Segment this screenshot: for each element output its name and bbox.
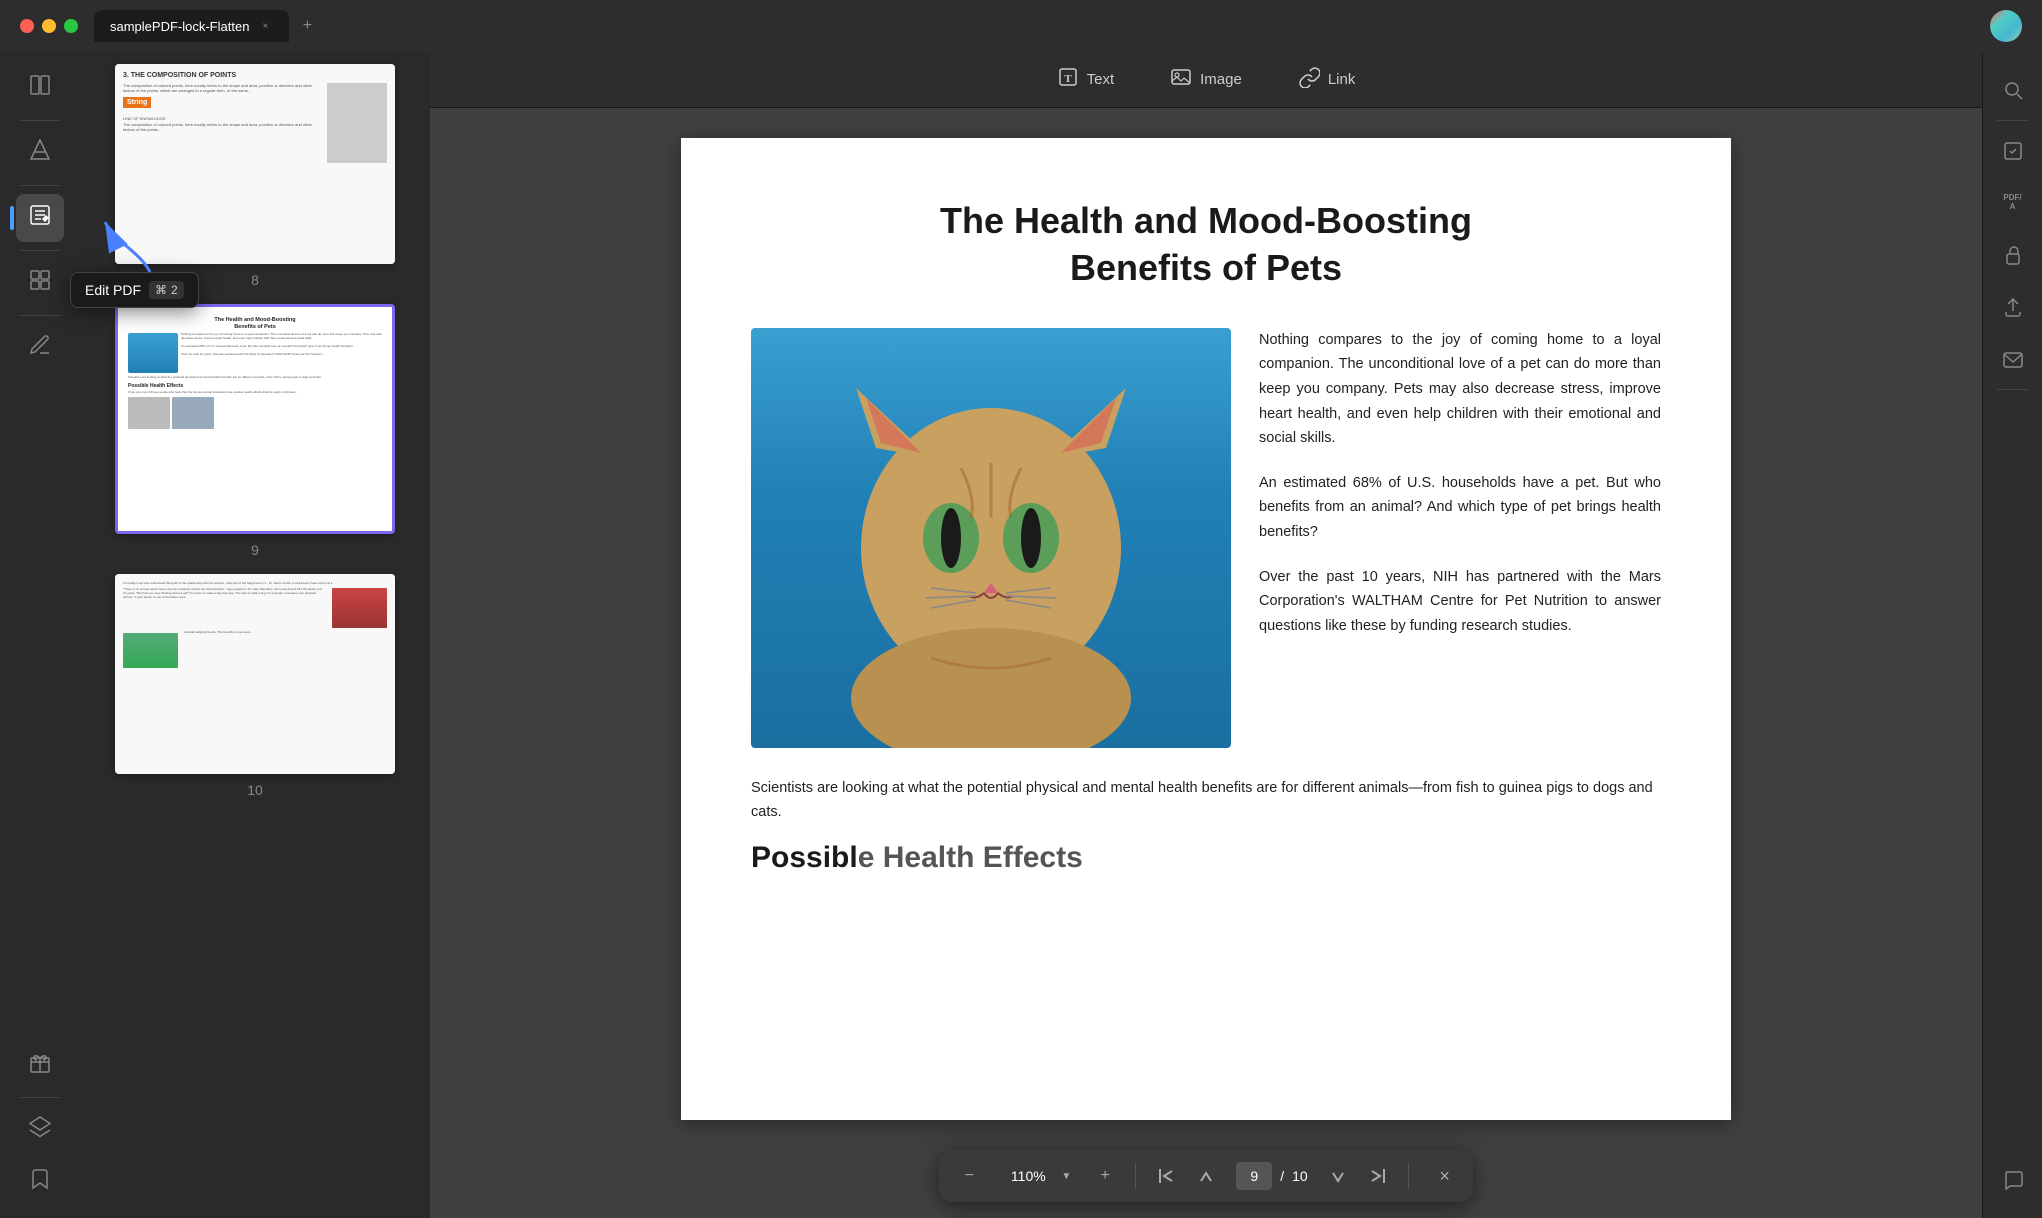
pdf-bottom-paragraph: Scientists are looking at what the poten… bbox=[751, 776, 1661, 825]
app-body: Edit PDF ⌘ 2 bbox=[0, 52, 2042, 1218]
zoom-value: 110% bbox=[1003, 1168, 1053, 1184]
bookmark-icon bbox=[28, 1167, 52, 1197]
active-tab[interactable]: samplePDF-lock-Flatten × bbox=[94, 10, 289, 42]
page-separator: / bbox=[1280, 1168, 1284, 1184]
right-protect-button[interactable] bbox=[1991, 233, 2035, 277]
tooltip-arrow bbox=[100, 212, 160, 287]
link-icon bbox=[1298, 66, 1320, 93]
right-chat-button[interactable] bbox=[1991, 1158, 2035, 1202]
right-share-button[interactable] bbox=[1991, 285, 2035, 329]
next-page-button[interactable] bbox=[1320, 1158, 1356, 1194]
pdf-content-area: The Health and Mood-BoostingBenefits of … bbox=[430, 108, 1982, 1150]
first-page-button[interactable] bbox=[1148, 1158, 1184, 1194]
nav-separator-1 bbox=[1135, 1164, 1136, 1188]
page-10-label: 10 bbox=[247, 782, 263, 798]
image-label: Image bbox=[1200, 71, 1242, 88]
annotate-icon bbox=[28, 333, 52, 363]
image-tool-button[interactable]: Image bbox=[1158, 60, 1254, 99]
titlebar: samplePDF-lock-Flatten × + bbox=[0, 0, 2042, 52]
gift-icon bbox=[28, 1050, 52, 1080]
page-total: 10 bbox=[1292, 1168, 1308, 1184]
link-label: Link bbox=[1328, 71, 1356, 88]
pdf-page-title: The Health and Mood-BoostingBenefits of … bbox=[751, 198, 1661, 292]
last-page-button[interactable] bbox=[1360, 1158, 1396, 1194]
zoom-out-button[interactable]: − bbox=[951, 1158, 987, 1194]
edit-pdf-icon bbox=[28, 203, 52, 233]
text-icon: T bbox=[1057, 66, 1079, 93]
right-sidebar: PDF/A bbox=[1982, 52, 2042, 1218]
sidebar-divider-4 bbox=[20, 315, 60, 316]
bottom-nav-bar: − 110% ▼ + bbox=[939, 1150, 1472, 1202]
close-button[interactable] bbox=[20, 19, 34, 33]
right-search-button[interactable] bbox=[1991, 68, 2035, 112]
traffic-lights bbox=[20, 19, 78, 33]
right-pdfa-button[interactable]: PDF/A bbox=[1991, 181, 2035, 225]
svg-text:T: T bbox=[1064, 73, 1072, 85]
right-sep-2 bbox=[1997, 389, 2029, 390]
sidebar-divider-3 bbox=[20, 250, 60, 251]
page-9-label: 9 bbox=[251, 542, 259, 558]
pdf-page: The Health and Mood-BoostingBenefits of … bbox=[681, 138, 1731, 1120]
app-logo bbox=[1990, 10, 2022, 42]
page-display: / 10 bbox=[1228, 1162, 1315, 1190]
sidebar-icon-gift[interactable] bbox=[16, 1041, 64, 1089]
tab-area: samplePDF-lock-Flatten × + bbox=[94, 10, 1990, 42]
sidebar-divider-1 bbox=[20, 120, 60, 121]
page-input[interactable] bbox=[1236, 1162, 1272, 1190]
layers-icon bbox=[28, 1115, 52, 1145]
zoom-in-button[interactable]: + bbox=[1087, 1158, 1123, 1194]
sidebar-divider-2 bbox=[20, 185, 60, 186]
thumbnail-frame-10[interactable]: It is today's top who understand this qu… bbox=[115, 574, 395, 774]
thumbnail-item-9[interactable]: The Health and Mood-BoostingBenefits of … bbox=[92, 304, 418, 558]
sidebar-icon-reader[interactable] bbox=[16, 64, 64, 112]
zoom-dropdown-icon[interactable]: ▼ bbox=[1061, 1171, 1071, 1182]
cat-image bbox=[751, 328, 1231, 748]
page-8-label: 8 bbox=[251, 272, 259, 288]
sidebar-divider-5 bbox=[20, 1097, 60, 1098]
paragraph-2: An estimated 68% of U.S. households have… bbox=[1259, 471, 1661, 545]
pdf-toolbar: T Text Image bbox=[430, 52, 1982, 108]
sidebar-icon-layers[interactable] bbox=[16, 1106, 64, 1154]
sidebar-icon-edit-pdf[interactable] bbox=[16, 194, 64, 242]
tooltip-container: Edit PDF ⌘ 2 bbox=[70, 272, 199, 308]
text-tool-button[interactable]: T Text bbox=[1045, 60, 1127, 99]
possible-section-title: Possible Health Effects bbox=[751, 841, 1661, 875]
pdf-main-area: T Text Image bbox=[430, 52, 1982, 1218]
pdf-text-column: Nothing compares to the joy of coming ho… bbox=[1259, 328, 1661, 748]
minimize-button[interactable] bbox=[42, 19, 56, 33]
right-properties-button[interactable] bbox=[1991, 129, 2035, 173]
thumbnail-frame-9[interactable]: The Health and Mood-BoostingBenefits of … bbox=[115, 304, 395, 534]
link-tool-button[interactable]: Link bbox=[1286, 60, 1368, 99]
prev-page-button[interactable] bbox=[1188, 1158, 1224, 1194]
sidebar-icon-highlight[interactable] bbox=[16, 129, 64, 177]
close-nav-button[interactable]: × bbox=[1429, 1160, 1461, 1192]
bottom-bar-wrapper: − 110% ▼ + bbox=[430, 1150, 1982, 1218]
add-tab-button[interactable]: + bbox=[293, 12, 321, 40]
right-mail-button[interactable] bbox=[1991, 337, 2035, 381]
sidebar-bottom bbox=[16, 1041, 64, 1206]
zoom-display: 110% ▼ bbox=[991, 1168, 1083, 1184]
tab-close-button[interactable]: × bbox=[257, 18, 273, 34]
image-icon bbox=[1170, 66, 1192, 93]
text-label: Text bbox=[1087, 71, 1115, 88]
reader-icon bbox=[28, 73, 52, 103]
organize-icon bbox=[28, 268, 52, 298]
maximize-button[interactable] bbox=[64, 19, 78, 33]
right-sep-1 bbox=[1997, 120, 2029, 121]
sidebar-icon-annotate[interactable] bbox=[16, 324, 64, 372]
thumb-content-9: The Health and Mood-BoostingBenefits of … bbox=[120, 309, 390, 529]
sidebar-icon-bookmark[interactable] bbox=[16, 1158, 64, 1206]
tab-label: samplePDF-lock-Flatten bbox=[110, 19, 249, 34]
left-sidebar: Edit PDF ⌘ 2 bbox=[0, 52, 80, 1218]
thumbnail-item-10[interactable]: It is today's top who understand this qu… bbox=[92, 574, 418, 798]
paragraph-1: Nothing compares to the joy of coming ho… bbox=[1259, 328, 1661, 451]
sidebar-icon-organize[interactable] bbox=[16, 259, 64, 307]
highlight-icon bbox=[28, 138, 52, 168]
pdf-content-body: Nothing compares to the joy of coming ho… bbox=[751, 328, 1661, 748]
thumb-content-10: It is today's top who understand this qu… bbox=[115, 574, 395, 774]
nav-separator-2 bbox=[1408, 1164, 1409, 1188]
pdf-a-label: PDF/A bbox=[2003, 194, 2021, 212]
paragraph-3: Over the past 10 years, NIH has partnere… bbox=[1259, 565, 1661, 639]
